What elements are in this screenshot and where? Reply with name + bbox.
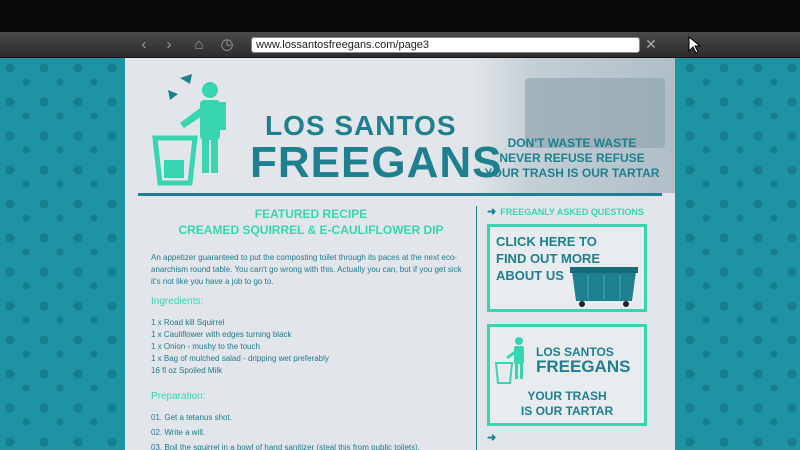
ingredients-list: 1 x Road kill Squirrel 1 x Cauliflower w… xyxy=(151,317,471,377)
list-item: 1 x Cauliflower with edges turning black xyxy=(151,330,292,339)
list-item: 03. Boil the squirrel in a bowl of hand … xyxy=(151,443,421,450)
recipe-name: CREAMED SQUIRREL & E-CAULIFLOWER DIP xyxy=(178,223,444,237)
header-slogan: DON'T WASTE WASTE NEVER REFUSE REFUSE YO… xyxy=(477,136,667,181)
web-page: LOS SANTOS FREEGANS DON'T WASTE WASTE NE… xyxy=(125,58,675,450)
mouse-cursor-icon xyxy=(688,36,702,54)
arrow-right-icon: ➜ xyxy=(487,206,497,218)
header-divider xyxy=(138,193,662,196)
logo-title-line2: FREEGANS xyxy=(250,138,503,187)
recipe-intro: An appetizer guaranteed to put the compo… xyxy=(151,253,462,286)
list-item: 1 x Road kill Squirrel xyxy=(151,318,225,327)
list-item: 1 x Onion - mushy to the touch xyxy=(151,342,260,351)
list-item: 16 fl oz Spoiled Milk xyxy=(151,366,223,375)
dumpster-icon xyxy=(570,267,638,307)
freegan-logo-figure-icon xyxy=(152,74,226,186)
history-icon[interactable]: ◷ xyxy=(218,36,236,54)
url-input[interactable]: www.lossantosfreegans.com/page3 xyxy=(251,37,640,53)
list-item: 1 x Bag of mulched salad - dripping wet … xyxy=(151,354,329,363)
featured-label: FEATURED RECIPE xyxy=(254,207,368,221)
close-icon[interactable]: ✕ xyxy=(644,36,658,52)
about-us-banner[interactable]: CLICK HERE TO FIND OUT MORE ABOUT US xyxy=(487,224,647,312)
slogan-line: NEVER REFUSE REFUSE xyxy=(499,151,645,165)
sidebar-next-link[interactable]: ➜ xyxy=(487,432,496,444)
mini-slogan: YOUR TRASH IS OUR TARTAR xyxy=(490,389,644,419)
back-button[interactable]: ‹ xyxy=(135,36,153,54)
forward-button[interactable]: › xyxy=(160,36,178,54)
list-item: 02. Write a will. xyxy=(151,428,206,437)
mini-logo-title-line2: FREEGANS xyxy=(536,357,631,376)
window-top-bar xyxy=(0,0,800,32)
mini-slogan-line: YOUR TRASH xyxy=(527,389,607,403)
recipe-heading: FEATURED RECIPE CREAMED SQUIRREL & E-CAU… xyxy=(151,206,471,238)
faq-heading: FREEGANLY ASKED QUESTIONS xyxy=(500,207,644,217)
mini-slogan-line: IS OUR TARTAR xyxy=(520,404,614,418)
preparation-label: Preparation: xyxy=(151,391,206,402)
freegan-logo-figure-icon xyxy=(494,337,524,384)
faq-link[interactable]: ➜ FREEGANLY ASKED QUESTIONS xyxy=(487,206,652,218)
column-divider xyxy=(476,206,477,450)
ingredients-label: Ingredients: xyxy=(151,296,204,307)
list-item: 01. Get a tetanus shot. xyxy=(151,413,232,422)
arrow-right-icon: ➜ xyxy=(487,432,497,444)
home-icon[interactable]: ⌂ xyxy=(190,36,208,54)
slogan-line: YOUR TRASH IS OUR TARTAR xyxy=(484,166,660,180)
freegans-banner[interactable]: LOS SANTOS FREEGANS YOUR TRASH IS OUR TA… xyxy=(487,324,647,426)
recipe-section: FEATURED RECIPE CREAMED SQUIRREL & E-CAU… xyxy=(151,206,471,450)
slogan-line: DON'T WASTE WASTE xyxy=(507,136,637,150)
sidebar: ➜ FREEGANLY ASKED QUESTIONS CLICK HERE T… xyxy=(487,206,652,444)
preparation-steps: 01. Get a tetanus shot. 02. Write a will… xyxy=(151,412,471,450)
site-header: LOS SANTOS FREEGANS DON'T WASTE WASTE NE… xyxy=(125,58,675,193)
